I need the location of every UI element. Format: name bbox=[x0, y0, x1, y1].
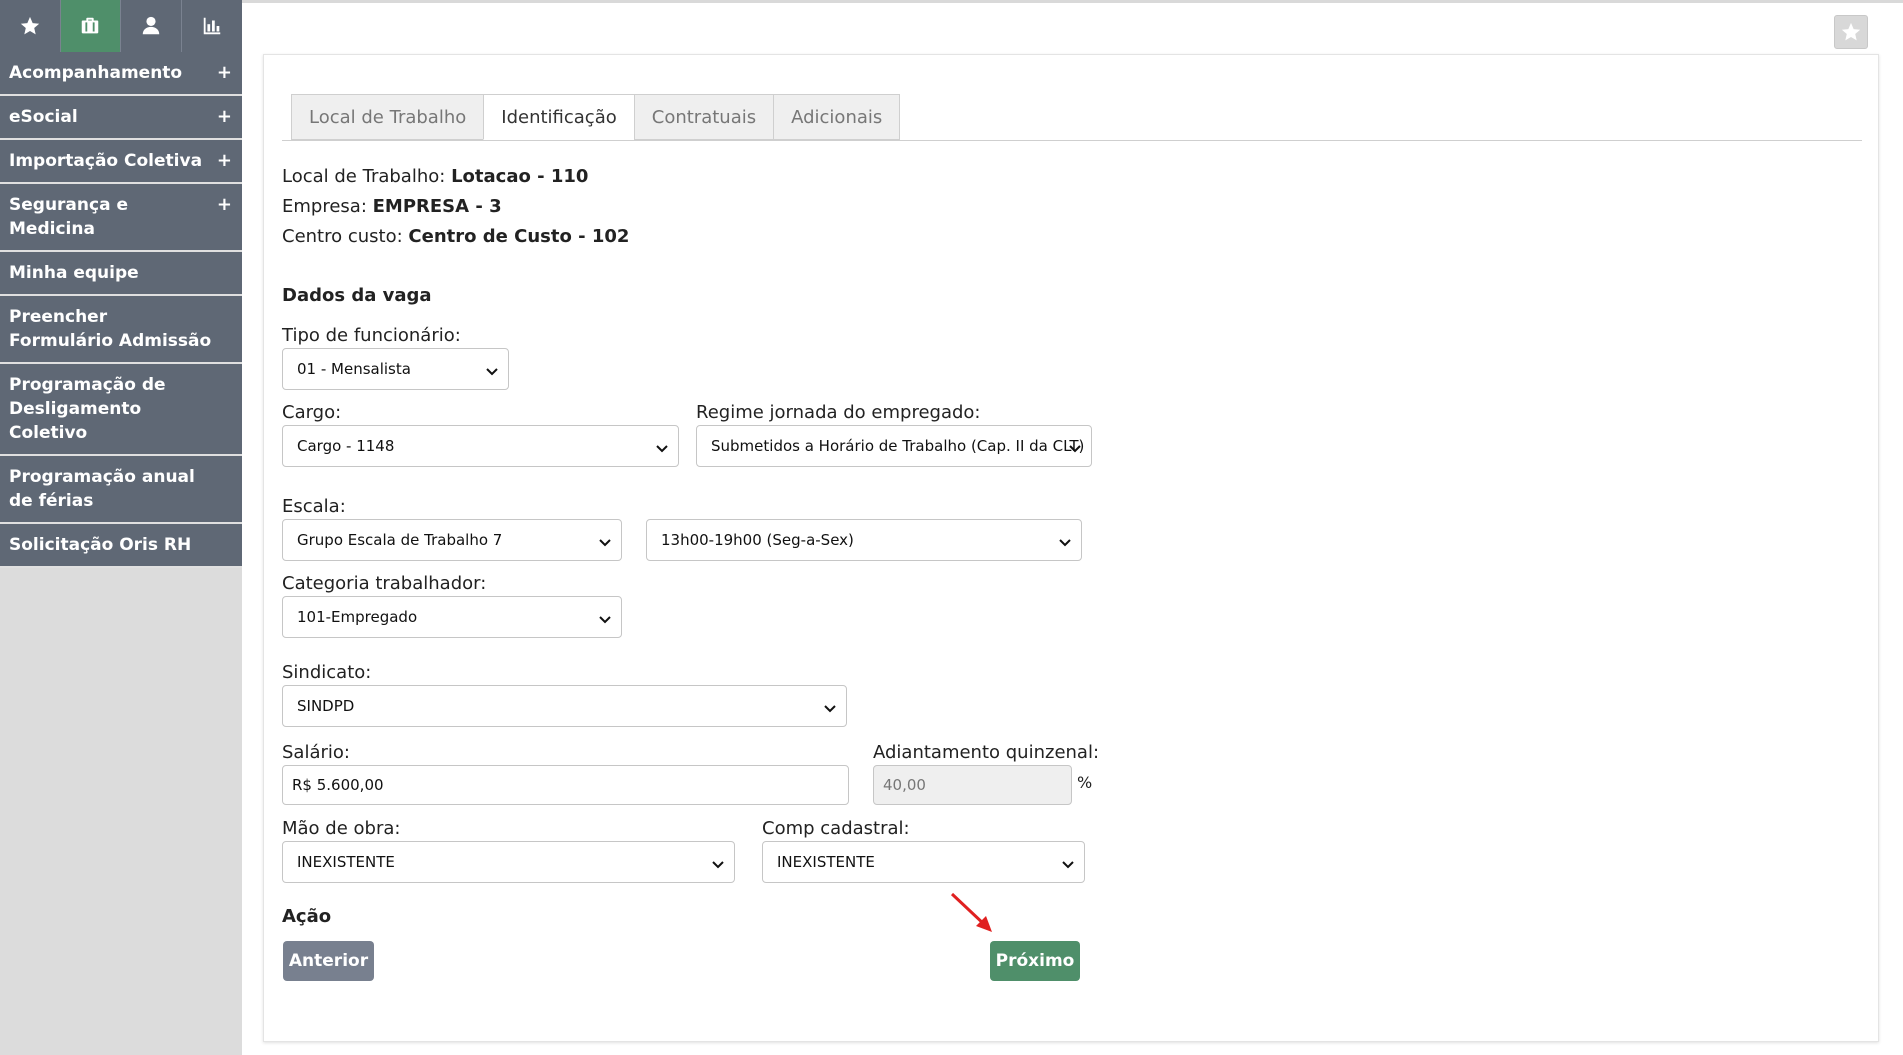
categoria-select[interactable]: 101-Empregado bbox=[282, 596, 622, 638]
sidebar-item-ferias[interactable]: Programação anual de férias bbox=[0, 456, 242, 524]
briefcase-icon bbox=[82, 17, 99, 34]
adiantamento-label: Adiantamento quinzenal: bbox=[873, 742, 1100, 763]
tipo-funcionario-label: Tipo de funcionário: bbox=[282, 325, 461, 346]
section-dados-vaga: Dados da vaga bbox=[282, 285, 432, 306]
sidebar-tab-user[interactable] bbox=[121, 0, 182, 52]
tab-identificacao[interactable]: Identificação bbox=[483, 94, 634, 140]
top-border bbox=[0, 0, 1903, 3]
sidebar-item-label: Acompanhamento bbox=[9, 63, 183, 83]
cargo-select[interactable]: Cargo - 1148 bbox=[282, 425, 679, 467]
salario-label: Salário: bbox=[282, 742, 350, 763]
tabs-divider bbox=[282, 140, 1862, 141]
sidebar-item-esocial[interactable]: eSocial + bbox=[0, 96, 242, 140]
chevron-down-icon bbox=[1069, 440, 1081, 453]
sindicato-label: Sindicato: bbox=[282, 662, 372, 683]
cargo-label: Cargo: bbox=[282, 402, 342, 423]
info-local: Local de Trabalho: Lotacao - 110 bbox=[282, 166, 588, 187]
chevron-down-icon bbox=[599, 611, 611, 624]
categoria-label: Categoria trabalhador: bbox=[282, 573, 487, 594]
info-centro-label: Centro custo: bbox=[282, 226, 403, 247]
adiantamento-input[interactable]: 40,00 bbox=[873, 765, 1072, 805]
sidebar-tabs bbox=[0, 0, 242, 52]
sindicato-value: SINDPD bbox=[297, 697, 355, 715]
bar-chart-icon bbox=[203, 17, 220, 35]
favorite-button[interactable] bbox=[1834, 15, 1868, 49]
chevron-down-icon bbox=[486, 363, 498, 376]
chevron-down-icon bbox=[656, 440, 668, 453]
sidebar-item-label: Preencher Formulário Admissão bbox=[9, 307, 212, 351]
expand-plus-icon[interactable]: + bbox=[217, 193, 232, 217]
star-icon bbox=[1841, 22, 1861, 41]
sidebar-item-label: Solicitação Oris RH bbox=[9, 535, 192, 555]
adiantamento-value: 40,00 bbox=[883, 776, 926, 794]
sidebar-item-minha-equipe[interactable]: Minha equipe bbox=[0, 252, 242, 296]
salario-input[interactable]: R$ 5.600,00 bbox=[282, 765, 849, 805]
sidebar-item-label: Programação anual de férias bbox=[9, 467, 195, 511]
sidebar-tab-admission[interactable] bbox=[60, 0, 121, 52]
sidebar-item-label: eSocial bbox=[9, 107, 78, 127]
sidebar-item-importacao-coletiva[interactable]: Importação Coletiva + bbox=[0, 140, 242, 184]
sindicato-select[interactable]: SINDPD bbox=[282, 685, 847, 727]
chevron-down-icon bbox=[1062, 856, 1074, 869]
sidebar-item-solicitacao-oris[interactable]: Solicitação Oris RH bbox=[0, 524, 242, 568]
cargo-value: Cargo - 1148 bbox=[297, 437, 395, 455]
categoria-value: 101-Empregado bbox=[297, 608, 418, 626]
sidebar-item-seguranca-medicina[interactable]: Segurança e Medicina + bbox=[0, 184, 242, 252]
info-centro-value: Centro de Custo - 102 bbox=[408, 226, 630, 247]
regime-label: Regime jornada do empregado: bbox=[696, 402, 981, 423]
mao-obra-label: Mão de obra: bbox=[282, 818, 401, 839]
form-tabs: Local de Trabalho Identificação Contratu… bbox=[291, 94, 901, 140]
salario-value: R$ 5.600,00 bbox=[292, 776, 384, 794]
escala-label: Escala: bbox=[282, 496, 346, 517]
comp-cadastral-select[interactable]: INEXISTENTE bbox=[762, 841, 1085, 883]
sidebar-tab-reports[interactable] bbox=[181, 0, 242, 52]
sidebar: Acompanhamento + eSocial + Importação Cole… bbox=[0, 0, 242, 1055]
star-icon bbox=[20, 16, 39, 35]
chevron-down-icon bbox=[824, 700, 836, 713]
sidebar-item-preencher-formulario[interactable]: Preencher Formulário Admissão bbox=[0, 296, 242, 364]
anterior-button[interactable]: Anterior bbox=[283, 941, 374, 981]
comp-cadastral-value: INEXISTENTE bbox=[777, 853, 875, 871]
info-local-label: Local de Trabalho: bbox=[282, 166, 446, 187]
sidebar-item-label: Programação de Desligamento Coletivo bbox=[9, 375, 166, 443]
sidebar-menu: Acompanhamento + eSocial + Importação Cole… bbox=[0, 52, 242, 568]
sidebar-item-label: Importação Coletiva bbox=[9, 151, 203, 171]
escala-horario-value: 13h00-19h00 (Seg-a-Sex) bbox=[661, 531, 854, 549]
sidebar-tab-favorites[interactable] bbox=[0, 0, 61, 52]
expand-plus-icon[interactable]: + bbox=[217, 105, 232, 129]
escala-horario-select[interactable]: 13h00-19h00 (Seg-a-Sex) bbox=[646, 519, 1082, 561]
info-local-value: Lotacao - 110 bbox=[451, 166, 589, 187]
tab-adicionais[interactable]: Adicionais bbox=[773, 94, 901, 140]
info-empresa-label: Empresa: bbox=[282, 196, 367, 217]
sidebar-item-label: Minha equipe bbox=[9, 263, 139, 283]
mao-obra-select[interactable]: INEXISTENTE bbox=[282, 841, 735, 883]
regime-select[interactable]: Submetidos a Horário de Trabalho (Cap. I… bbox=[696, 425, 1092, 467]
sidebar-item-desligamento-coletivo[interactable]: Programação de Desligamento Coletivo bbox=[0, 364, 242, 456]
percent-sign: % bbox=[1077, 773, 1093, 792]
section-acao: Ação bbox=[282, 906, 332, 927]
tab-contratuais[interactable]: Contratuais bbox=[633, 94, 774, 140]
proximo-button[interactable]: Próximo bbox=[990, 941, 1080, 981]
chevron-down-icon bbox=[712, 856, 724, 869]
info-empresa-value: EMPRESA - 3 bbox=[372, 196, 502, 217]
tipo-funcionario-select[interactable]: 01 - Mensalista bbox=[282, 348, 509, 390]
info-centro: Centro custo: Centro de Custo - 102 bbox=[282, 226, 629, 247]
expand-plus-icon[interactable]: + bbox=[217, 61, 232, 85]
user-icon bbox=[142, 16, 159, 35]
tipo-funcionario-value: 01 - Mensalista bbox=[297, 360, 411, 378]
tab-local-de-trabalho[interactable]: Local de Trabalho bbox=[291, 94, 484, 140]
sidebar-item-acompanhamento[interactable]: Acompanhamento + bbox=[0, 52, 242, 96]
regime-value: Submetidos a Horário de Trabalho (Cap. I… bbox=[711, 437, 1085, 455]
sidebar-item-label: Segurança e Medicina bbox=[9, 195, 128, 239]
escala-grupo-value: Grupo Escala de Trabalho 7 bbox=[297, 531, 503, 549]
comp-cadastral-label: Comp cadastral: bbox=[762, 818, 910, 839]
info-empresa: Empresa: EMPRESA - 3 bbox=[282, 196, 502, 217]
escala-grupo-select[interactable]: Grupo Escala de Trabalho 7 bbox=[282, 519, 622, 561]
mao-obra-value: INEXISTENTE bbox=[297, 853, 395, 871]
annotation-arrow-icon bbox=[950, 892, 992, 932]
expand-plus-icon[interactable]: + bbox=[217, 149, 232, 173]
chevron-down-icon bbox=[1059, 534, 1071, 547]
chevron-down-icon bbox=[599, 534, 611, 547]
